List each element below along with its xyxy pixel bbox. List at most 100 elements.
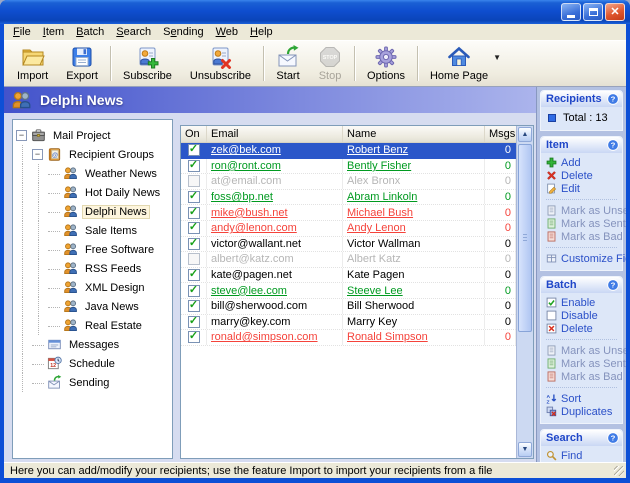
batch-action-mark-as-unsent[interactable]: Mark as Unsent <box>546 344 620 357</box>
tree-item-delphi-news[interactable]: Delphi News <box>15 202 170 221</box>
title-bar[interactable]: ✕ <box>0 0 630 24</box>
batch-action-sort[interactable]: AZSort <box>546 392 620 405</box>
column-header-on[interactable]: On <box>181 126 207 142</box>
minimize-button[interactable] <box>561 3 581 21</box>
row-checkbox[interactable]: ✓ <box>188 160 200 172</box>
menu-item-item[interactable]: Item <box>37 25 70 39</box>
tree-item-hot-daily-news[interactable]: Hot Daily News <box>15 183 170 202</box>
table-row[interactable]: ✓ron@ront.comBently Fisher0 <box>181 159 516 175</box>
row-checkbox[interactable]: ✓ <box>188 316 200 328</box>
name-text[interactable]: Bently Fisher <box>347 160 411 172</box>
email-text[interactable]: ron@ront.com <box>211 160 281 172</box>
table-row[interactable]: ✓andy@lenon.comAndy Lenon0 <box>181 221 516 237</box>
tree-item-sale-items[interactable]: Sale Items <box>15 221 170 240</box>
row-checkbox[interactable]: ✓ <box>188 222 200 234</box>
row-checkbox[interactable]: ✓ <box>188 269 200 281</box>
maximize-button[interactable] <box>583 3 603 21</box>
help-icon[interactable]: ? <box>607 279 619 291</box>
subscribe-button[interactable]: Subscribe <box>114 42 181 85</box>
table-row[interactable]: ✓foss@bp.netAbram Linkoln0 <box>181 190 516 206</box>
home-page-button[interactable]: Home Page <box>421 42 497 85</box>
email-text[interactable]: mike@bush.net <box>211 207 288 219</box>
name-text[interactable]: Robert Benz <box>347 144 408 156</box>
resize-grip[interactable] <box>614 466 624 476</box>
row-checkbox[interactable]: ✓ <box>188 285 200 297</box>
tree-item-recipient-groups[interactable]: −@Recipient Groups <box>15 145 170 164</box>
column-header-msgs[interactable]: Msgs <box>485 126 520 142</box>
table-row[interactable]: ✓victor@wallant.netVictor Wallman0 <box>181 237 516 253</box>
scroll-down-button[interactable]: ▼ <box>518 442 532 457</box>
row-checkbox[interactable]: ✓ <box>188 207 200 219</box>
batch-action-mark-as-sent[interactable]: Mark as Sent <box>546 357 620 370</box>
export-button[interactable]: Export <box>57 42 107 85</box>
name-text[interactable]: Ronald Simpson <box>347 331 428 343</box>
tree-item-real-estate[interactable]: Real Estate <box>15 316 170 335</box>
tree-item-free-software[interactable]: Free Software <box>15 240 170 259</box>
close-button[interactable]: ✕ <box>605 3 625 21</box>
row-checkbox[interactable] <box>188 253 200 265</box>
scroll-thumb[interactable] <box>518 144 532 332</box>
table-row[interactable]: ✓steve@lee.comSteeve Lee0 <box>181 283 516 299</box>
menu-item-sending[interactable]: Sending <box>157 25 209 39</box>
home-page-dropdown-arrow[interactable]: ▼ <box>493 53 501 62</box>
tree-item-messages[interactable]: Messages <box>15 335 170 354</box>
batch-action-enable[interactable]: Enable <box>546 296 620 309</box>
tree-item-xml-design[interactable]: XML Design <box>15 278 170 297</box>
table-row[interactable]: ✓bill@sherwood.comBill Sherwood0 <box>181 299 516 315</box>
item-action-mark-as-sent[interactable]: Mark as Sent <box>546 217 620 230</box>
menu-item-help[interactable]: Help <box>244 25 279 39</box>
row-checkbox[interactable]: ✓ <box>188 191 200 203</box>
menu-item-batch[interactable]: Batch <box>70 25 110 39</box>
menu-item-file[interactable]: File <box>7 25 37 39</box>
email-text[interactable]: foss@bp.net <box>211 191 273 203</box>
batch-action-duplicates[interactable]: Duplicates <box>546 405 620 418</box>
email-text[interactable]: zek@bek.com <box>211 144 281 156</box>
help-icon[interactable]: ? <box>607 139 619 151</box>
batch-action-delete[interactable]: Delete <box>546 322 620 335</box>
item-action-mark-as-bad[interactable]: Mark as Bad <box>546 230 620 243</box>
tree-item-weather-news[interactable]: Weather News <box>15 164 170 183</box>
row-checkbox[interactable]: ✓ <box>188 144 200 156</box>
item-action-customize-fields[interactable]: Customize Fields <box>546 252 620 265</box>
email-text[interactable]: ronald@simpson.com <box>211 331 318 343</box>
help-icon[interactable]: ? <box>607 432 619 444</box>
search-action-find[interactable]: Find <box>546 449 620 462</box>
options-button[interactable]: Options <box>358 42 414 85</box>
tree-item-java-news[interactable]: Java News <box>15 297 170 316</box>
table-row[interactable]: albert@katz.comAlbert Katz0 <box>181 252 516 268</box>
unsubscribe-button[interactable]: Unsubscribe <box>181 42 260 85</box>
help-icon[interactable]: ? <box>607 93 619 105</box>
item-action-mark-as-unsent[interactable]: Mark as Unsent <box>546 204 620 217</box>
column-header-name[interactable]: Name <box>343 126 485 142</box>
menu-item-search[interactable]: Search <box>110 25 157 39</box>
name-text[interactable]: Andy Lenon <box>347 222 406 234</box>
table-row[interactable]: ✓kate@pagen.netKate Pagen0 <box>181 268 516 284</box>
item-action-edit[interactable]: Edit <box>546 182 620 195</box>
tree-item-mail-project[interactable]: −Mail Project <box>15 126 170 145</box>
row-checkbox[interactable]: ✓ <box>188 238 200 250</box>
email-text[interactable]: steve@lee.com <box>211 285 287 297</box>
item-action-delete[interactable]: Delete <box>546 169 620 182</box>
table-row[interactable]: ✓marry@key.comMarry Key0 <box>181 315 516 331</box>
tree-item-sending[interactable]: Sending <box>15 373 170 392</box>
table-row[interactable]: ✓zek@bek.comRobert Benz0 <box>181 143 516 159</box>
row-checkbox[interactable]: ✓ <box>188 331 200 343</box>
batch-action-disable[interactable]: Disable <box>546 309 620 322</box>
table-row[interactable]: ✓ronald@simpson.comRonald Simpson0 <box>181 330 516 346</box>
tree-item-schedule[interactable]: 12Schedule <box>15 354 170 373</box>
row-checkbox[interactable]: ✓ <box>188 300 200 312</box>
tree-expander-icon[interactable]: − <box>31 149 47 160</box>
name-text[interactable]: Steeve Lee <box>347 285 403 297</box>
row-checkbox[interactable] <box>188 175 200 187</box>
name-text[interactable]: Abram Linkoln <box>347 191 417 203</box>
table-row[interactable]: ✓mike@bush.netMichael Bush0 <box>181 205 516 221</box>
scroll-track[interactable] <box>518 143 532 441</box>
name-text[interactable]: Michael Bush <box>347 207 413 219</box>
menu-item-web[interactable]: Web <box>210 25 244 39</box>
tree-item-rss-feeds[interactable]: RSS Feeds <box>15 259 170 278</box>
vertical-scrollbar[interactable]: ▲ ▼ <box>516 126 533 458</box>
item-action-add[interactable]: Add <box>546 156 620 169</box>
email-text[interactable]: andy@lenon.com <box>211 222 297 234</box>
table-row[interactable]: at@email.comAlex Bronx0 <box>181 174 516 190</box>
start-button[interactable]: Start <box>267 42 309 85</box>
